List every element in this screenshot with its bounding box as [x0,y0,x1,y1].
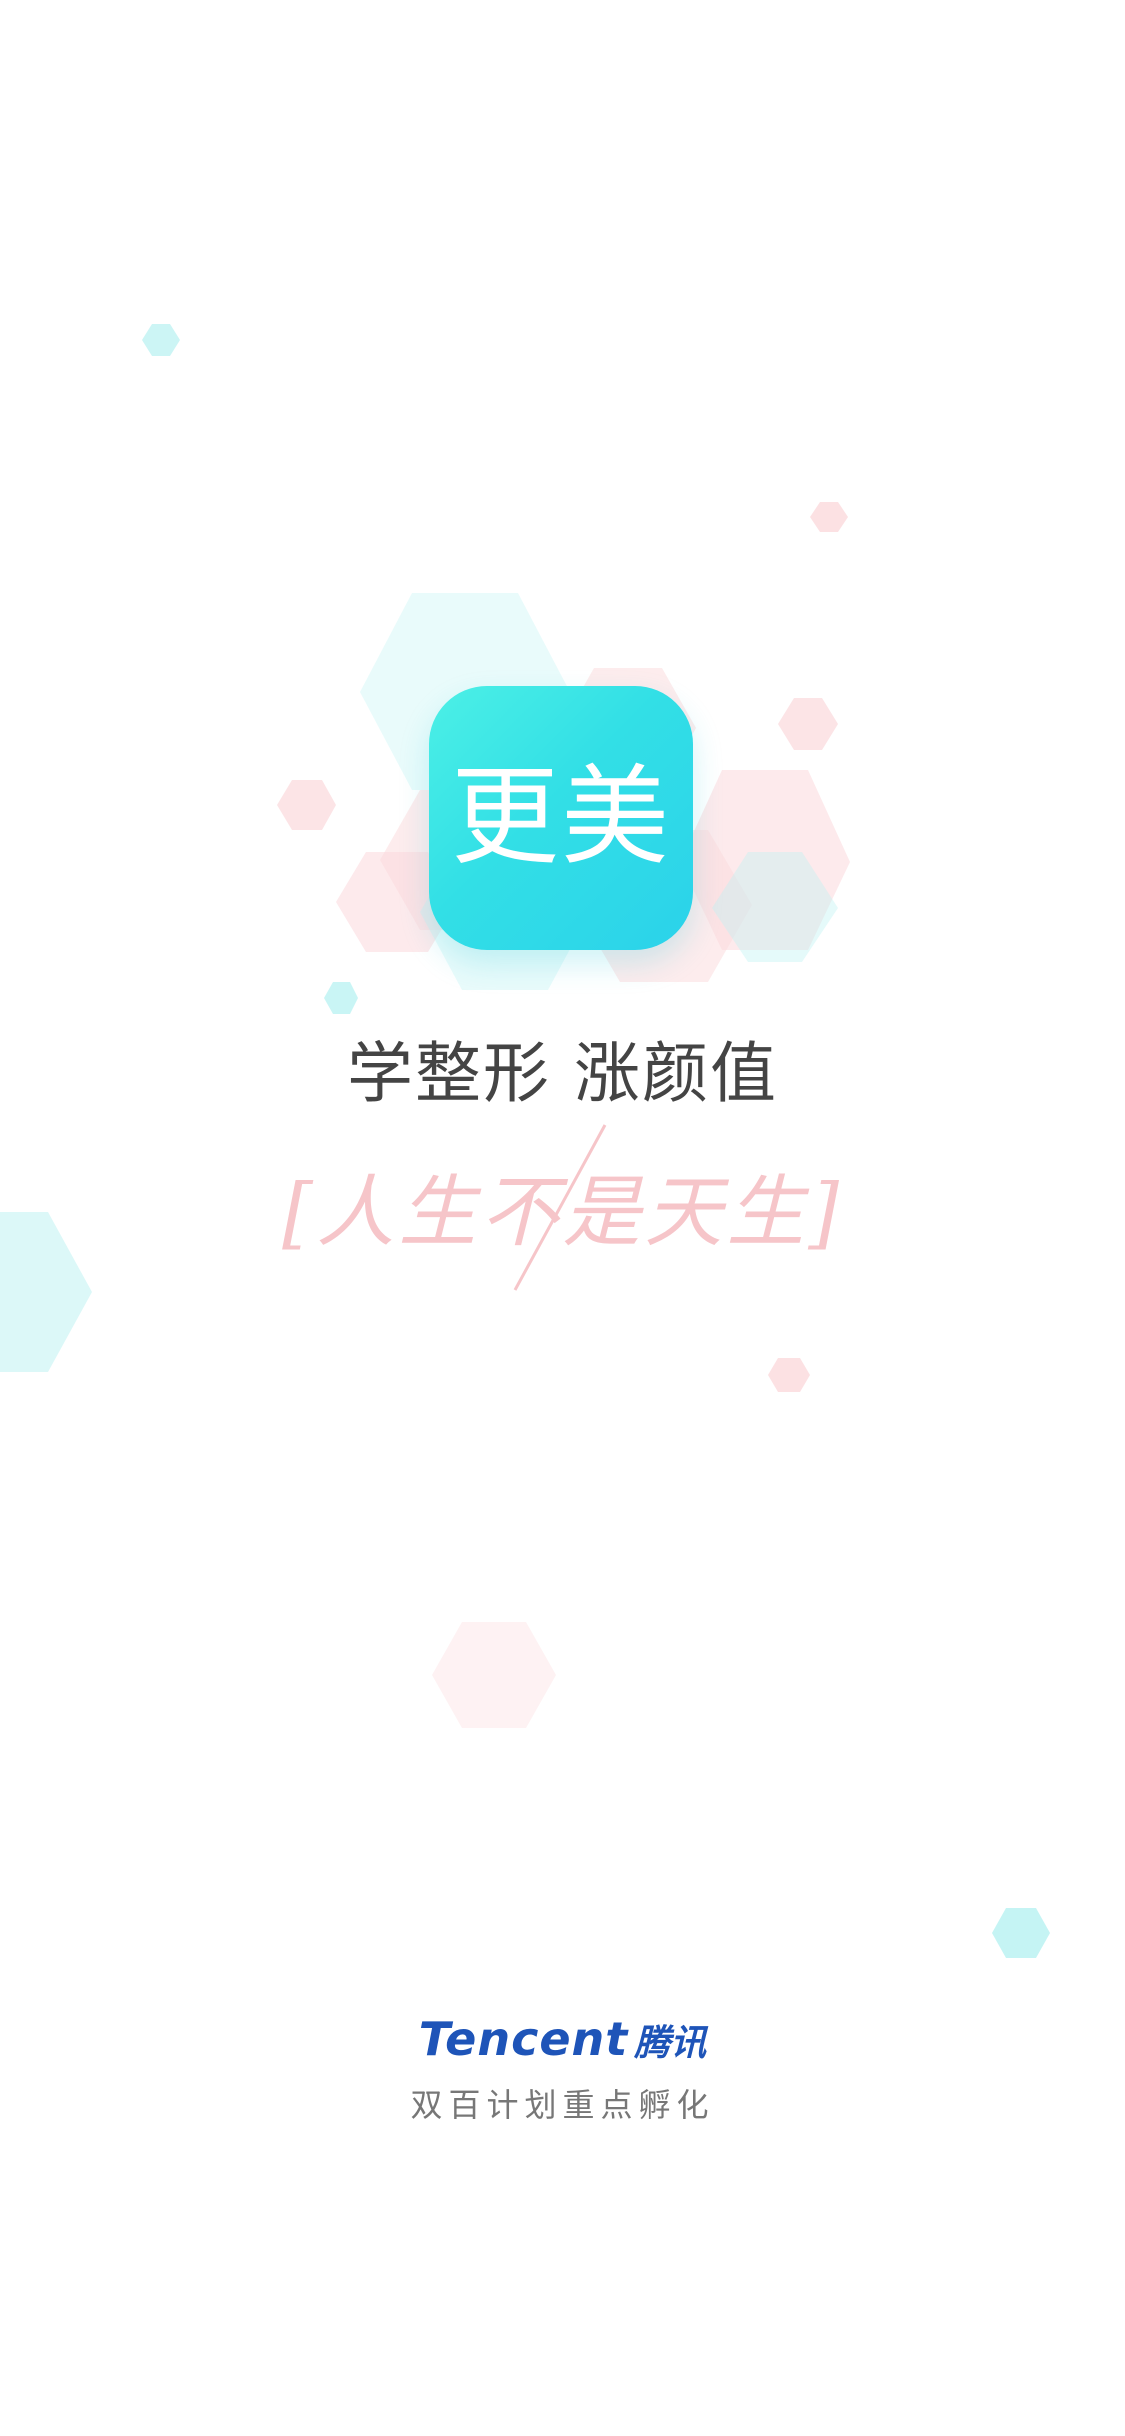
app-icon-label: 更美 [450,755,671,880]
tencent-logo: Tencent 腾讯 [419,2012,707,2066]
incubation-subtitle: 双百计划重点孵化 [410,2086,715,2124]
hexagon-shape [324,982,358,1014]
hexagon-shape [768,1358,810,1392]
hexagon-shape [142,324,180,356]
hexagon-shape [778,698,838,750]
app-icon: 更美 [429,686,693,950]
tencent-brand-block: Tencent 腾讯 双百计划重点孵化 [0,2012,1125,2126]
hexagon-shape [992,1908,1050,1958]
hexagon-shape [810,502,848,532]
tagline-text: [人生不是天生] [282,1168,843,1258]
tencent-logo-cn: 腾讯 [634,2023,707,2064]
hexagon-shape [277,780,336,830]
slogan-text: 学整形 涨颜值 [347,1035,778,1112]
hexagon-shape [432,1622,556,1728]
tencent-logo-en: Tencent [418,2012,629,2066]
splash-screen: 更美 学整形 涨颜值 [人生不是天生] Tencent 腾讯 双百计划重点孵化 [0,0,1125,2436]
